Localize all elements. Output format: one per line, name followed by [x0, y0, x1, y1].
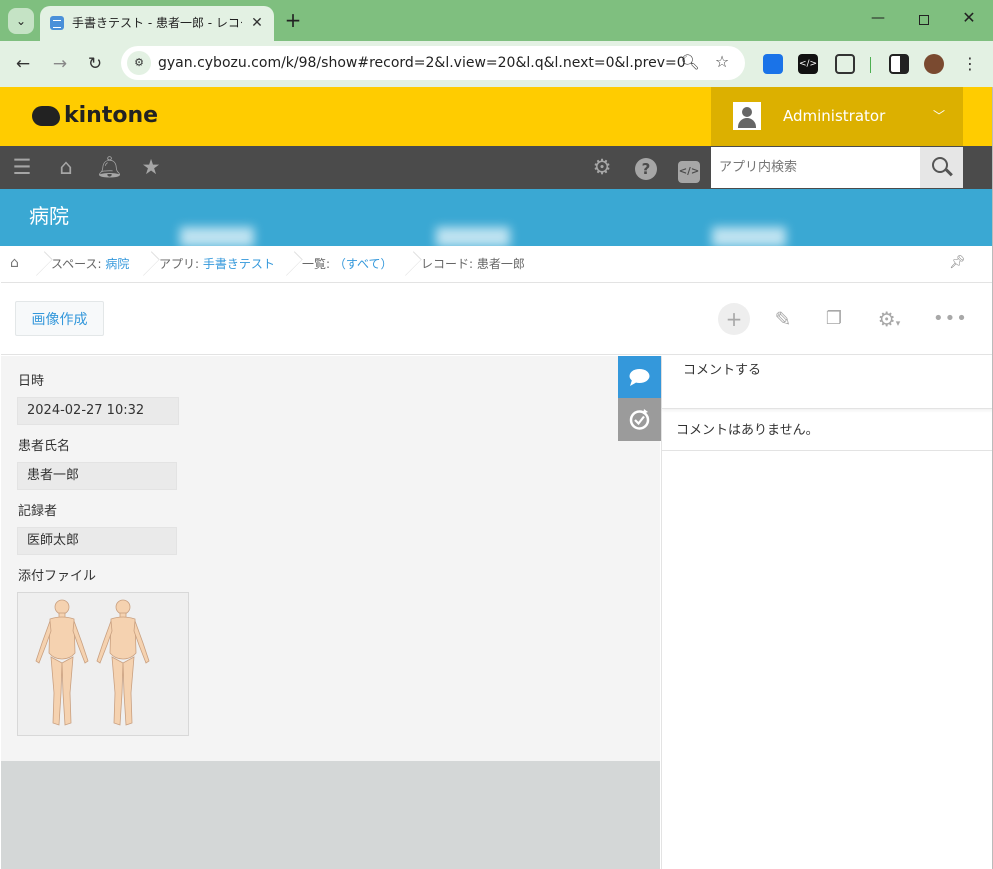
tab-favicon-icon [50, 16, 64, 30]
notification-bell-icon[interactable]: 🔔︎ [96, 154, 123, 180]
comments-tab[interactable] [618, 356, 661, 398]
record-detail: 日時 2024-02-27 10:32 患者氏名 患者一郎 記録者 医師太郎 添… [1, 356, 660, 761]
back-arrow-icon[interactable]: ← [11, 52, 35, 76]
browser-menu-icon[interactable]: ⋮ [958, 52, 982, 76]
zoom-icon[interactable]: 🔍︎ [680, 53, 700, 73]
help-icon[interactable]: ? [633, 154, 659, 180]
body-diagram-image [35, 599, 150, 726]
app-search-input[interactable] [711, 147, 920, 188]
field-label-datetime: 日時 [18, 374, 45, 389]
field-value-patient-name: 患者一郎 [17, 462, 177, 490]
comment-input-placeholder[interactable]: コメントする [683, 363, 761, 379]
breadcrumb-record: レコード: 患者一郎 [421, 257, 525, 271]
url-text[interactable]: gyan.cybozu.com/k/98/show#record=2&l.vie… [158, 54, 686, 72]
tab-search-chevron-icon[interactable]: ⌄ [8, 8, 34, 34]
favorites-star-icon[interactable]: ★ [138, 154, 164, 180]
kintone-nav-bar: ☰ ⌂ 🔔︎ ★ ⚙ ? </> [0, 146, 993, 189]
app-title: 病院 [29, 204, 69, 228]
app-title-band: 病院 [0, 189, 993, 246]
search-button[interactable] [920, 147, 963, 188]
breadcrumb-home-icon[interactable]: ⌂ [10, 256, 24, 270]
user-avatar-icon [733, 102, 761, 130]
field-label-attachment: 添付ファイル [18, 569, 97, 584]
window-maximize-icon[interactable] [914, 10, 934, 30]
field-label-recorder: 記録者 [18, 504, 58, 519]
reload-icon[interactable]: ↻ [83, 52, 107, 76]
decorative-cloud [436, 227, 510, 246]
no-comments-message: コメントはありません。 [676, 423, 819, 438]
create-image-button[interactable]: 画像作成 [15, 301, 104, 336]
bookmark-star-icon[interactable]: ☆ [712, 52, 732, 72]
hamburger-menu-icon[interactable]: ☰ [9, 154, 35, 180]
user-menu[interactable]: Administrator ﹀ [711, 87, 963, 146]
kintone-logo-text[interactable]: kintone [64, 102, 158, 130]
breadcrumb-space[interactable]: スペース: 病院 [51, 246, 129, 283]
user-name: Administrator [783, 107, 886, 125]
more-options-icon[interactable]: ••• [933, 303, 967, 335]
decorative-cloud [180, 227, 254, 246]
developer-code-icon[interactable]: </> [676, 154, 702, 183]
chevron-down-icon: ﹀ [933, 109, 946, 123]
profile-avatar[interactable] [924, 54, 944, 74]
edit-record-icon[interactable]: ✎ [767, 303, 799, 335]
comment-list: コメントはありません。 [662, 409, 993, 451]
breadcrumb-list[interactable]: 一覧: （すべて） [302, 246, 393, 283]
window-close-icon[interactable]: ✕ [958, 8, 980, 30]
kintone-header: kintone Administrator ﹀ [0, 87, 993, 146]
breadcrumb-space-link[interactable]: 病院 [105, 257, 129, 271]
add-record-icon[interactable]: + [718, 303, 750, 335]
comment-panel: コメントする コメントはありません。 [661, 356, 993, 869]
new-tab-icon[interactable]: + [283, 9, 303, 31]
history-icon [629, 409, 650, 430]
field-label-patient-name: 患者氏名 [18, 439, 71, 454]
extensions-puzzle-icon[interactable] [835, 54, 855, 74]
field-value-datetime: 2024-02-27 10:32 [17, 397, 179, 425]
decorative-cloud [712, 227, 786, 246]
kintone-logo-icon[interactable] [32, 106, 60, 126]
pin-icon[interactable]: 📌︎ [949, 255, 966, 273]
settings-gear-dropdown-icon[interactable]: ⚙▾ [867, 303, 911, 335]
breadcrumb: ⌂ スペース: 病院 アプリ: 手書きテスト 一覧: （すべて） レコード: 患… [1, 246, 992, 283]
tab-title: 手書きテスト - 患者一郎 - レコード( [72, 16, 242, 30]
duplicate-record-icon[interactable]: ❐ [818, 303, 850, 335]
breadcrumb-app-link[interactable]: 手書きテスト [203, 257, 275, 271]
forward-arrow-icon[interactable]: → [48, 52, 72, 76]
home-icon[interactable]: ⌂ [53, 154, 79, 180]
window-minimize-icon[interactable]: — [868, 10, 888, 30]
browser-toolbar: ← → ↻ ⚙ gyan.cybozu.com/k/98/show#record… [0, 41, 993, 87]
tab-close-icon[interactable]: ✕ [248, 14, 266, 32]
comment-input[interactable]: コメントする [662, 356, 993, 409]
field-value-recorder: 医師太郎 [17, 527, 177, 555]
browser-tab-strip: ⌄ 手書きテスト - 患者一郎 - レコード( ✕ + — ✕ [0, 0, 993, 41]
extension-translate-icon[interactable] [763, 54, 783, 74]
address-bar[interactable]: ⚙ gyan.cybozu.com/k/98/show#record=2&l.v… [121, 46, 745, 80]
breadcrumb-app[interactable]: アプリ: 手書きテスト [159, 246, 275, 283]
record-action-bar: 画像作成 + ✎ ❐ ⚙▾ ••• [1, 283, 992, 355]
record-footer-area [1, 761, 660, 869]
history-tab[interactable] [618, 398, 661, 441]
breadcrumb-list-link[interactable]: （すべて） [334, 257, 393, 271]
settings-gear-icon[interactable]: ⚙ [589, 154, 615, 180]
side-panel-icon[interactable] [889, 54, 909, 74]
attachment-thumbnail[interactable] [17, 592, 189, 736]
comment-bubble-icon [629, 369, 650, 386]
browser-tab[interactable]: 手書きテスト - 患者一郎 - レコード( ✕ [40, 6, 274, 41]
toolbar-divider [870, 57, 871, 73]
extension-code-icon[interactable]: </> [798, 54, 818, 74]
site-info-icon[interactable]: ⚙ [127, 51, 151, 75]
